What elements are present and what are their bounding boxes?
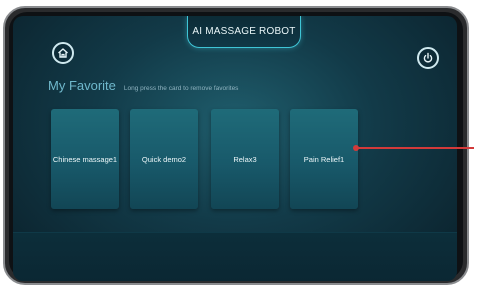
card-label: Chinese massage1 xyxy=(52,154,118,164)
favorite-card-pain-relief[interactable]: Pain Relief1 xyxy=(290,109,358,209)
favorites-hint: Long press the card to remove favorites xyxy=(123,85,239,92)
power-icon xyxy=(423,52,433,63)
app-title: AI MASSAGE ROBOT xyxy=(192,26,296,37)
power-button[interactable] xyxy=(417,47,439,69)
card-label: Pain Relief1 xyxy=(303,154,345,164)
favorite-card-chinese-massage[interactable]: Chinese massage1 xyxy=(51,109,119,209)
favorite-card-quick-demo[interactable]: Quick demo2 xyxy=(130,109,198,209)
callout-line xyxy=(358,147,474,149)
card-label: Relax3 xyxy=(233,154,257,164)
favorite-card-relax[interactable]: Relax3 xyxy=(211,109,279,209)
favorites-title: My Favorite xyxy=(48,78,116,93)
title-tab: AI MASSAGE ROBOT xyxy=(187,16,301,48)
home-button[interactable] xyxy=(52,42,74,64)
home-icon xyxy=(58,48,68,58)
bottom-panel xyxy=(13,232,457,281)
app-screen: AI MASSAGE ROBOT My Favorite Long press … xyxy=(13,16,457,281)
card-label: Quick demo2 xyxy=(141,154,187,164)
favorites-heading: My Favorite Long press the card to remov… xyxy=(48,78,238,93)
